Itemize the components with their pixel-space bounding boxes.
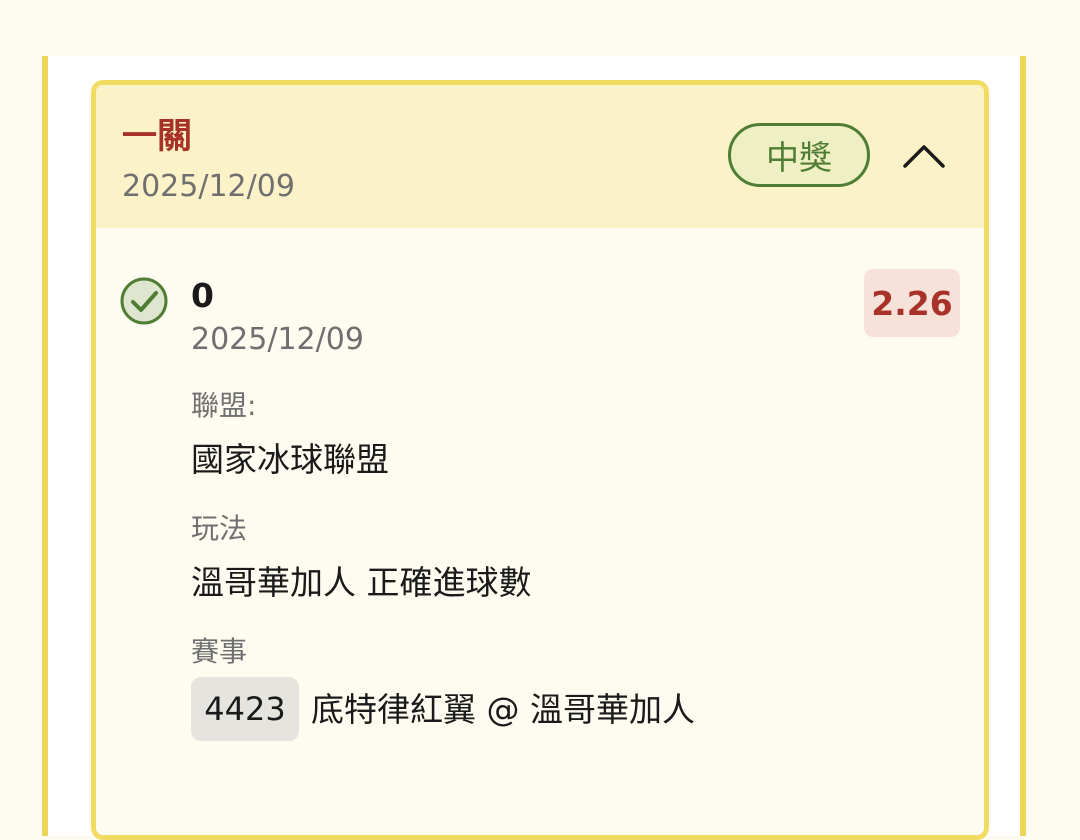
market-value: 溫哥華加人 正確進球數 xyxy=(191,563,532,602)
league-value: 國家冰球聯盟 xyxy=(191,440,389,479)
event-id-chip: 4423 xyxy=(191,677,299,741)
event-name: 底特律紅翼 @ 溫哥華加人 xyxy=(311,690,695,729)
bet-slip-card: 一關 2025/12/09 中獎 0 2025/12/09 2.26 聯盟: 國… xyxy=(91,80,989,840)
bet-date: 2025/12/09 xyxy=(122,169,295,204)
status-badge: 中獎 xyxy=(728,123,870,187)
check-circle-icon xyxy=(119,276,169,326)
league-label: 聯盟: xyxy=(191,389,257,422)
odds-badge: 2.26 xyxy=(864,269,960,337)
market-label: 玩法 xyxy=(191,512,248,545)
chevron-up-icon[interactable] xyxy=(900,135,948,175)
bet-type-title: 一關 xyxy=(122,117,193,157)
selection-pick: 0 xyxy=(191,276,214,315)
selection-date: 2025/12/09 xyxy=(191,322,364,357)
bet-slip-header[interactable]: 一關 2025/12/09 中獎 xyxy=(96,85,984,228)
event-label: 賽事 xyxy=(191,635,248,668)
